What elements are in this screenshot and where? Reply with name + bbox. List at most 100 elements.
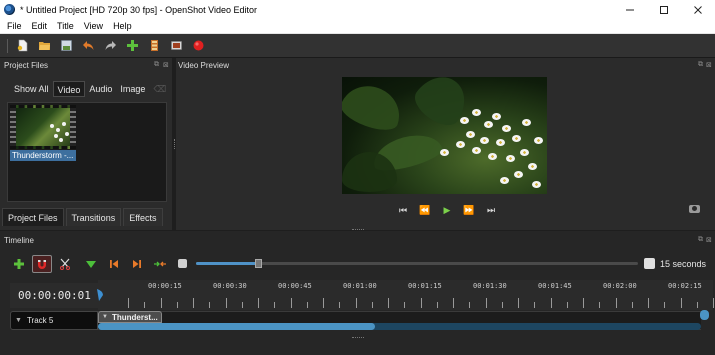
- play-button[interactable]: ▶: [436, 204, 458, 216]
- timeline-scrollbar-thumb[interactable]: [98, 323, 376, 330]
- choose-profile-button[interactable]: [143, 36, 165, 56]
- ruler-label: 00:02:00: [603, 282, 637, 290]
- ruler-tick: [648, 298, 649, 308]
- close-button[interactable]: [681, 0, 715, 19]
- project-files-title: Project Files: [4, 61, 49, 70]
- menu-edit[interactable]: Edit: [27, 21, 53, 31]
- ruler-tick: [615, 298, 617, 308]
- file-thumbnail[interactable]: [10, 105, 76, 149]
- play-icon: ▶: [443, 204, 451, 215]
- menu-view[interactable]: View: [79, 21, 108, 31]
- project-files-list[interactable]: Thunderstorm -...: [7, 102, 167, 202]
- tab-effects[interactable]: Effects: [123, 208, 163, 226]
- jump-end-button[interactable]: ⏭: [480, 204, 502, 216]
- next-marker-icon: [133, 260, 141, 268]
- export-video-button[interactable]: [187, 36, 209, 56]
- fast-forward-button[interactable]: ⏩: [458, 204, 480, 216]
- minimize-button[interactable]: [613, 0, 647, 19]
- clip-menu-chevron-icon[interactable]: ▼: [102, 314, 108, 320]
- ruler-tick: [420, 298, 422, 308]
- menu-help[interactable]: Help: [108, 21, 137, 31]
- zoom-in-icon[interactable]: [644, 258, 655, 269]
- maximize-icon: [660, 5, 668, 14]
- menu-file[interactable]: File: [0, 21, 27, 31]
- ruler-label: 00:00:15: [148, 282, 182, 290]
- toolbar-handle[interactable]: [7, 38, 8, 53]
- zoom-out-icon[interactable]: [178, 259, 187, 268]
- previous-marker-button[interactable]: [104, 255, 124, 273]
- filter-audio[interactable]: Audio: [85, 81, 116, 97]
- undo-button[interactable]: [77, 36, 99, 56]
- snap-toggle-button[interactable]: [32, 255, 52, 273]
- openshot-logo-icon: [4, 4, 15, 15]
- timeline-splitter-handle[interactable]: [352, 337, 364, 339]
- ruler-tick: [534, 302, 536, 308]
- ruler-tick: [469, 302, 471, 308]
- add-marker-button[interactable]: [81, 255, 101, 273]
- save-project-button[interactable]: [55, 36, 77, 56]
- ruler-tick: [209, 302, 211, 308]
- track-header[interactable]: ▼ Track 5: [10, 311, 98, 330]
- menu-title[interactable]: Title: [52, 21, 79, 31]
- ruler-label: 00:00:30: [213, 282, 247, 290]
- ruler-tick: [241, 302, 243, 308]
- project-files-close-button[interactable]: ⊠: [163, 61, 169, 69]
- filter-video[interactable]: Video: [52, 81, 86, 97]
- ruler-tick: [144, 302, 146, 308]
- filter-show-all[interactable]: Show All: [10, 81, 53, 97]
- new-project-button[interactable]: [11, 36, 33, 56]
- filter-image[interactable]: Image: [116, 81, 149, 97]
- razor-tool-button[interactable]: [55, 255, 75, 273]
- track-label: Track 5: [26, 316, 54, 325]
- ruler-label: 00:02:15: [668, 282, 702, 290]
- maximize-button[interactable]: [647, 0, 681, 19]
- main-toolbar: [0, 34, 715, 58]
- zoom-slider[interactable]: [196, 259, 638, 268]
- filter-clear-icon[interactable]: ⌫: [149, 81, 170, 97]
- ruler-tick: [696, 302, 698, 308]
- center-playhead-button[interactable]: [150, 255, 170, 273]
- fullscreen-button[interactable]: [165, 36, 187, 56]
- video-preview-frame: [342, 77, 547, 194]
- clip-label: Thunderst...: [111, 312, 158, 322]
- next-marker-button[interactable]: [127, 255, 147, 273]
- ruler-tick: [664, 302, 666, 308]
- zoom-slider-handle[interactable]: [254, 259, 262, 268]
- jump-start-button[interactable]: ⏮: [392, 204, 414, 216]
- ruler-tick: [583, 298, 584, 308]
- video-preview-close-button[interactable]: ⊠: [706, 61, 712, 69]
- open-project-button[interactable]: [33, 36, 55, 56]
- ruler-tick: [631, 302, 633, 308]
- file-name-label[interactable]: Thunderstorm -...: [10, 150, 76, 161]
- ruler-tick: [193, 298, 194, 308]
- window-title: * Untitled Project [HD 720p 30 fps] - Op…: [20, 4, 257, 15]
- import-files-button[interactable]: [121, 36, 143, 56]
- ruler-tick: [566, 302, 568, 308]
- timeline-float-button[interactable]: ⧉: [698, 236, 703, 244]
- timeline-clip[interactable]: ▼ Thunderst...: [98, 311, 162, 323]
- ruler-label: 00:00:45: [278, 282, 312, 290]
- track-menu-chevron-icon[interactable]: ▼: [15, 317, 22, 324]
- ruler-tick: [323, 298, 324, 308]
- timeline-close-button[interactable]: ⊠: [706, 236, 712, 244]
- playhead-marker[interactable]: [96, 288, 104, 302]
- tab-project-files[interactable]: Project Files: [2, 208, 64, 226]
- redo-button[interactable]: [99, 36, 121, 56]
- ruler-label: 00:01:15: [408, 282, 442, 290]
- ruler-tick: [225, 298, 227, 308]
- camera-icon[interactable]: [689, 205, 700, 213]
- jump-end-icon: ⏭: [486, 204, 496, 215]
- add-track-button[interactable]: [9, 255, 29, 273]
- ruler-label: 00:01:45: [538, 282, 572, 290]
- jump-start-icon: ⏮: [398, 204, 408, 215]
- ruler-label: 00:01:00: [343, 282, 377, 290]
- timeline-ruler[interactable]: 00:00:15 00:00:30 00:00:45 00:01:00 00:0…: [98, 280, 714, 310]
- tab-transitions[interactable]: Transitions: [65, 208, 122, 226]
- redo-icon: [105, 41, 116, 50]
- project-files-float-button[interactable]: ⧉: [154, 61, 159, 69]
- video-preview-float-button[interactable]: ⧉: [698, 61, 703, 69]
- project-files-filter-tabs: Show All Video Audio Image ⌫: [10, 81, 170, 97]
- timeline-vertical-scroll-handle[interactable]: [700, 310, 709, 320]
- rewind-button[interactable]: ⏪: [414, 204, 436, 216]
- minimize-icon: [626, 9, 634, 10]
